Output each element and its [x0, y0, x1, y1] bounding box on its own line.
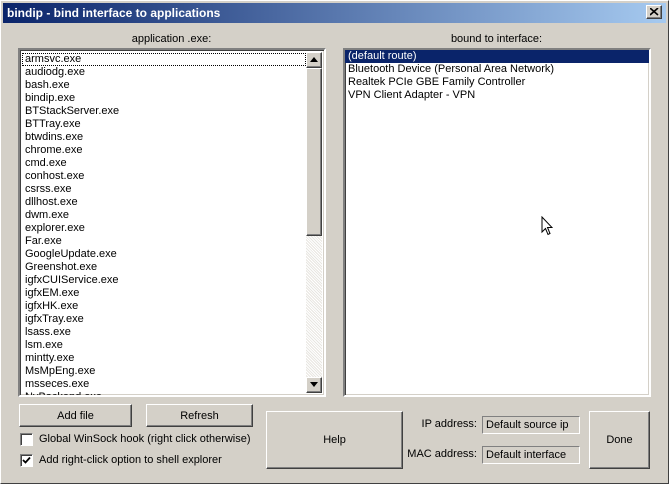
- app-list-item[interactable]: msseces.exe: [22, 378, 306, 391]
- check-icon: [22, 456, 31, 464]
- app-list-item[interactable]: NvBackend.exe: [22, 391, 306, 395]
- window-title: bindip - bind interface to applications: [7, 6, 221, 20]
- app-list-item[interactable]: dwm.exe: [22, 209, 306, 222]
- app-list-item[interactable]: Far.exe: [22, 235, 306, 248]
- app-list-item[interactable]: Greenshot.exe: [22, 261, 306, 274]
- mouse-pointer-icon: [541, 216, 553, 236]
- iface-listbox[interactable]: (default route) Bluetooth Device (Persona…: [343, 48, 651, 397]
- shell-option-checkbox[interactable]: [20, 453, 33, 467]
- close-icon: [650, 8, 659, 16]
- iface-list-items: (default route) Bluetooth Device (Persona…: [345, 50, 649, 102]
- scroll-thumb[interactable]: [306, 68, 322, 236]
- global-hook-label: Global WinSock hook (right click otherwi…: [39, 433, 251, 445]
- app-list-item[interactable]: chrome.exe: [22, 144, 306, 157]
- app-list-item[interactable]: BTTray.exe: [22, 118, 306, 131]
- app-list-item[interactable]: cmd.exe: [22, 157, 306, 170]
- app-listbox[interactable]: armsvc.exe audiodg.exe bash.exe bindip.exe B…: [18, 48, 326, 397]
- app-list-item[interactable]: explorer.exe: [22, 222, 306, 235]
- arrow-up-icon: [310, 57, 318, 62]
- bindip-window: bindip - bind interface to applications …: [0, 0, 669, 484]
- app-list-item[interactable]: armsvc.exe: [22, 53, 306, 66]
- ip-address-field[interactable]: Default source ip: [482, 416, 580, 434]
- global-hook-option[interactable]: Global WinSock hook (right click otherwi…: [20, 432, 251, 446]
- app-list-label: application .exe:: [131, 33, 212, 45]
- shell-option[interactable]: Add right-click option to shell explorer: [20, 453, 222, 467]
- arrow-down-icon: [310, 382, 318, 387]
- scroll-up-button[interactable]: [306, 52, 322, 68]
- app-list-item[interactable]: audiodg.exe: [22, 66, 306, 79]
- app-list-item[interactable]: GoogleUpdate.exe: [22, 248, 306, 261]
- refresh-button[interactable]: Refresh: [146, 404, 253, 427]
- iface-list-item[interactable]: VPN Client Adapter - VPN: [345, 89, 649, 102]
- done-button[interactable]: Done: [589, 411, 650, 469]
- app-list-item[interactable]: igfxCUIService.exe: [22, 274, 306, 287]
- iface-list-label: bound to interface:: [450, 33, 543, 45]
- app-list-item[interactable]: lsm.exe: [22, 339, 306, 352]
- title-bar[interactable]: bindip - bind interface to applications: [3, 3, 666, 23]
- app-list-item[interactable]: dllhost.exe: [22, 196, 306, 209]
- scroll-down-button[interactable]: [306, 377, 322, 393]
- iface-list-item[interactable]: (default route): [345, 50, 649, 63]
- app-list-item[interactable]: csrss.exe: [22, 183, 306, 196]
- iface-list-item[interactable]: Bluetooth Device (Personal Area Network): [345, 63, 649, 76]
- close-button[interactable]: [646, 5, 662, 19]
- app-list-item[interactable]: bindip.exe: [22, 92, 306, 105]
- app-list-item[interactable]: BTStackServer.exe: [22, 105, 306, 118]
- app-list-item[interactable]: MsMpEng.exe: [22, 365, 306, 378]
- mac-address-field[interactable]: Default interface: [482, 446, 580, 464]
- app-list-item[interactable]: btwdins.exe: [22, 131, 306, 144]
- app-list-item[interactable]: igfxHK.exe: [22, 300, 306, 313]
- iface-list-item[interactable]: Realtek PCIe GBE Family Controller: [345, 76, 649, 89]
- help-button[interactable]: Help: [266, 411, 403, 469]
- app-list-item[interactable]: lsass.exe: [22, 326, 306, 339]
- app-list-scrollbar[interactable]: [306, 52, 322, 393]
- add-file-button[interactable]: Add file: [19, 404, 132, 427]
- global-hook-checkbox[interactable]: [20, 432, 33, 446]
- shell-option-label: Add right-click option to shell explorer: [39, 454, 222, 466]
- app-list-item[interactable]: igfxTray.exe: [22, 313, 306, 326]
- ip-address-label: IP address:: [421, 418, 477, 430]
- app-list-items: armsvc.exe audiodg.exe bash.exe bindip.exe B…: [22, 53, 306, 395]
- app-list-item[interactable]: bash.exe: [22, 79, 306, 92]
- app-list-item[interactable]: conhost.exe: [22, 170, 306, 183]
- app-list-item[interactable]: mintty.exe: [22, 352, 306, 365]
- mac-address-label: MAC address:: [407, 448, 477, 460]
- app-list-item[interactable]: igfxEM.exe: [22, 287, 306, 300]
